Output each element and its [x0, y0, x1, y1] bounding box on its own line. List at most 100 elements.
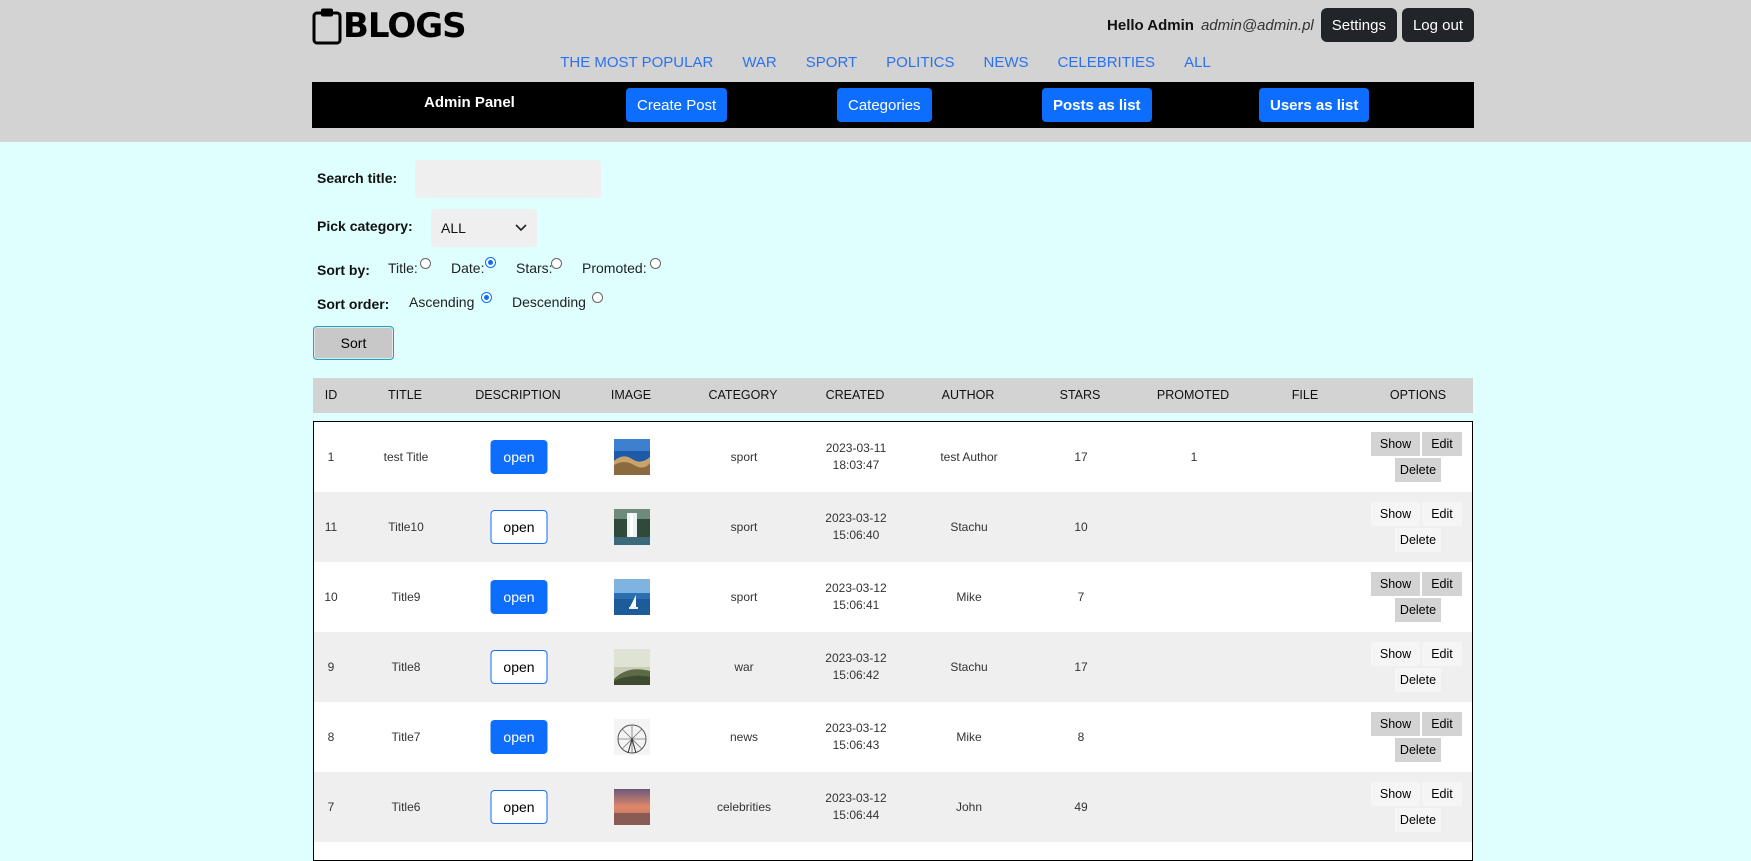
- cell-promoted: 1: [1190, 450, 1198, 464]
- nav-link-news[interactable]: NEWS: [984, 54, 1029, 71]
- category-nav: THE MOST POPULAR WAR SPORT POLITICS NEWS…: [0, 54, 1751, 71]
- logout-button[interactable]: Log out: [1401, 8, 1474, 42]
- delete-button[interactable]: Delete: [1395, 458, 1441, 482]
- sort-by-title-radio[interactable]: [420, 258, 431, 269]
- sort-by-date-label: Date:: [451, 260, 485, 276]
- sort-by-stars-radio[interactable]: [551, 258, 562, 269]
- cell-category: war: [734, 660, 754, 674]
- category-select[interactable]: ALL: [431, 209, 537, 247]
- open-description-button[interactable]: open: [490, 720, 548, 754]
- sort-button[interactable]: Sort: [313, 326, 394, 360]
- waterfall-icon[interactable]: [614, 509, 650, 545]
- open-description-button[interactable]: open: [490, 580, 548, 614]
- cell-created: 2023-03-12 15:06:44: [825, 772, 886, 842]
- admin-panel-title: Admin Panel: [424, 94, 515, 111]
- cell-image: [614, 632, 650, 702]
- greeting: Hello Admin: [1107, 16, 1194, 34]
- show-button[interactable]: Show: [1371, 782, 1420, 806]
- nav-link-most-popular[interactable]: THE MOST POPULAR: [560, 54, 713, 71]
- cell-title: Title8: [391, 660, 421, 674]
- cell-created: 2023-03-12 15:06:41: [825, 562, 886, 632]
- table-header: ID TITLE DESCRIPTION IMAGE CATEGORY CREA…: [313, 378, 1473, 413]
- sort-by-date-radio[interactable]: [485, 257, 496, 268]
- ocean-icon[interactable]: [614, 439, 650, 475]
- delete-button[interactable]: Delete: [1395, 598, 1441, 622]
- posts-as-list-button[interactable]: Posts as list: [1042, 88, 1152, 122]
- sailboat-icon[interactable]: [614, 579, 650, 615]
- edit-button[interactable]: Edit: [1422, 432, 1462, 456]
- edit-button[interactable]: Edit: [1422, 712, 1462, 736]
- sort-descending-radio[interactable]: [592, 292, 603, 303]
- ferris-wheel-icon[interactable]: [614, 719, 650, 755]
- table-row: 7 Title6 open celebrities 2023-03-12 15:0…: [314, 772, 1472, 842]
- cell-image: [614, 702, 650, 772]
- show-button[interactable]: Show: [1371, 712, 1420, 736]
- open-description-button[interactable]: open: [490, 650, 548, 684]
- category-select-value: ALL: [441, 220, 466, 236]
- sort-by-stars-label: Stars:: [516, 260, 553, 276]
- cell-stars: 8: [1077, 730, 1085, 744]
- cell-created: 2023-03-12 15:06:40: [825, 492, 886, 562]
- site-logo[interactable]: BLOGS: [312, 6, 467, 46]
- open-description-button[interactable]: open: [490, 790, 548, 824]
- users-as-list-button[interactable]: Users as list: [1259, 88, 1370, 122]
- edit-button[interactable]: Edit: [1422, 782, 1462, 806]
- created-time: 18:03:47: [832, 458, 880, 472]
- nav-link-war[interactable]: WAR: [742, 54, 776, 71]
- categories-button[interactable]: Categories: [837, 88, 932, 122]
- search-title-input[interactable]: [415, 160, 601, 198]
- cell-stars: 10: [1074, 520, 1088, 534]
- settings-button[interactable]: Settings: [1320, 8, 1397, 42]
- nav-link-celebrities[interactable]: CELEBRITIES: [1058, 54, 1156, 71]
- show-button[interactable]: Show: [1371, 502, 1420, 526]
- show-button[interactable]: Show: [1371, 572, 1420, 596]
- nav-link-all[interactable]: ALL: [1184, 54, 1211, 71]
- user-area: Hello Admin admin@admin.pl Settings Log …: [1107, 8, 1474, 42]
- table-row: 11 Title10 open sport 2023-03-12 15:06:40…: [314, 492, 1472, 562]
- cell-author: Mike: [956, 730, 982, 744]
- cell-stars: 7: [1077, 590, 1085, 604]
- create-post-button[interactable]: Create Post: [626, 88, 728, 122]
- hill-icon[interactable]: [614, 649, 650, 685]
- nav-link-politics[interactable]: POLITICS: [886, 54, 954, 71]
- sort-ascending-radio[interactable]: [481, 292, 492, 303]
- cell-title: Title9: [391, 590, 421, 604]
- sunset-icon[interactable]: [614, 789, 650, 825]
- sort-by-promoted-radio[interactable]: [650, 258, 661, 269]
- cell-description: open: [490, 562, 548, 632]
- delete-button[interactable]: Delete: [1395, 528, 1441, 552]
- sort-descending-label: Descending: [512, 294, 586, 310]
- cell-description: open: [490, 702, 548, 772]
- delete-button[interactable]: Delete: [1395, 738, 1441, 762]
- cell-description: open: [490, 772, 548, 842]
- pick-category-label: Pick category:: [317, 218, 413, 234]
- show-button[interactable]: Show: [1371, 642, 1420, 666]
- created-date: 2023-03-12: [825, 581, 887, 595]
- open-description-button[interactable]: open: [490, 440, 548, 474]
- clipboard-icon: [312, 8, 342, 45]
- open-description-button[interactable]: open: [490, 510, 548, 544]
- cell-image: [614, 422, 650, 492]
- edit-button[interactable]: Edit: [1422, 572, 1462, 596]
- table-row: 8 Title7 open news 2023-03-12 15:06:43 Mi…: [314, 702, 1472, 772]
- delete-button[interactable]: Delete: [1395, 668, 1441, 692]
- show-button[interactable]: Show: [1371, 432, 1420, 456]
- delete-button[interactable]: Delete: [1395, 808, 1441, 832]
- column-header-options: OPTIONS: [1389, 388, 1447, 402]
- created-date: 2023-03-12: [825, 791, 887, 805]
- chevron-down-icon: [515, 224, 527, 232]
- created-time: 15:06:40: [832, 528, 880, 542]
- cell-id: 8: [327, 730, 335, 744]
- column-header-stars: STARS: [1059, 388, 1101, 402]
- admin-panel-bar: Admin Panel Create Post Categories Posts…: [312, 82, 1474, 128]
- cell-description: open: [490, 422, 548, 492]
- edit-button[interactable]: Edit: [1422, 502, 1462, 526]
- column-header-category: CATEGORY: [708, 388, 778, 402]
- cell-id: 10: [324, 590, 338, 604]
- edit-button[interactable]: Edit: [1422, 642, 1462, 666]
- nav-link-sport[interactable]: SPORT: [806, 54, 857, 71]
- logo-text: BLOGS: [343, 6, 467, 46]
- cell-id: 11: [324, 520, 338, 534]
- created-time: 15:06:43: [832, 738, 880, 752]
- sort-ascending-label: Ascending: [409, 294, 475, 310]
